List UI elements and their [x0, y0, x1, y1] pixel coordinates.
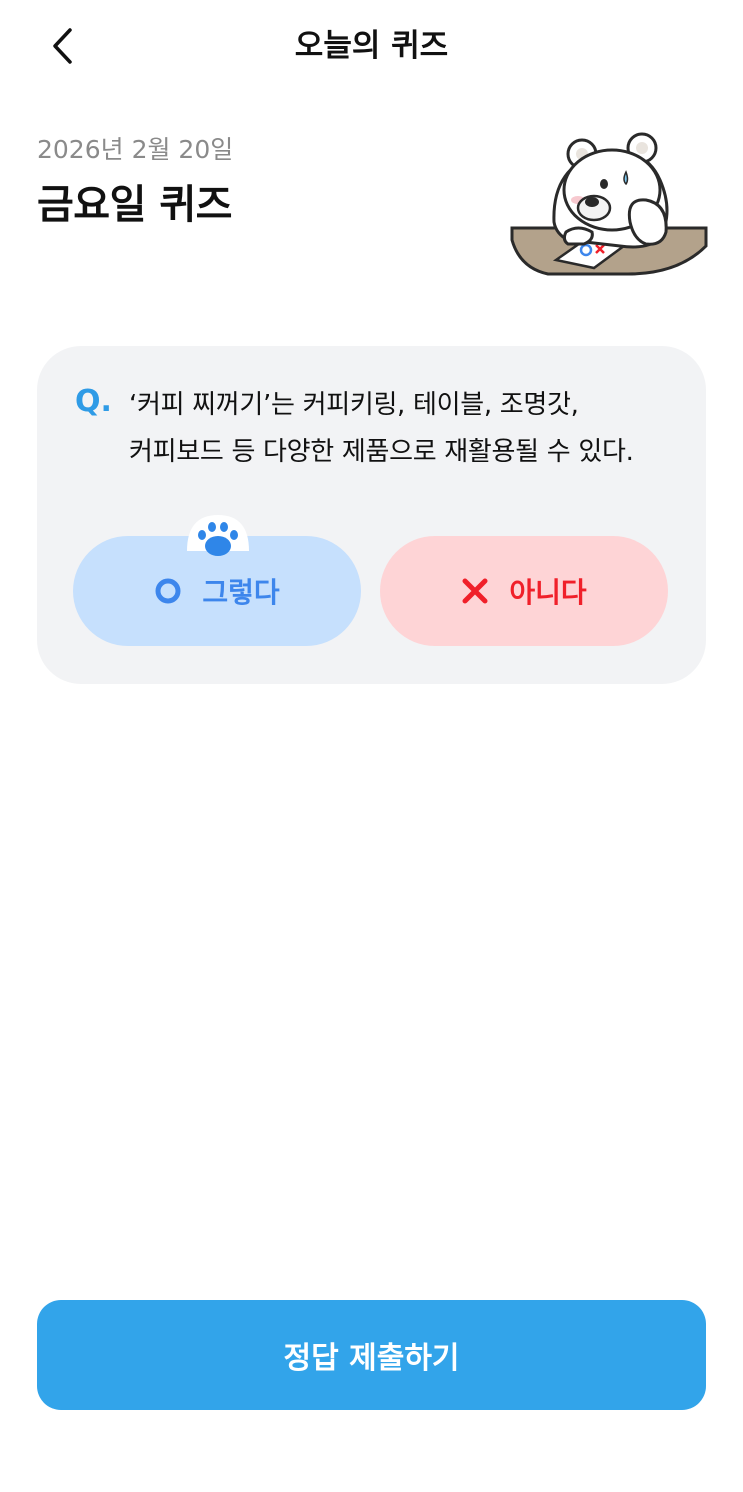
question-line-2: 커피보드 등 다양한 제품으로 재활용될 수 있다.: [129, 437, 634, 467]
quiz-date: 2026년 2월 20일: [37, 135, 234, 164]
question-marker: Q.: [75, 384, 112, 419]
quiz-card: Q. ‘커피 찌꺼기’는 커피키링, 테이블, 조명갓, 커피보드 등 다양한 …: [37, 346, 706, 684]
question-line-1: ‘커피 찌꺼기’는 커피키링, 테이블, 조명갓,: [129, 390, 579, 420]
answer-no-button[interactable]: 아니다: [380, 536, 668, 646]
app-header: 오늘의 퀴즈: [0, 0, 743, 92]
answer-no-label: 아니다: [509, 576, 587, 609]
x-mark-icon: [462, 578, 488, 604]
answer-yes-label: 그렇다: [202, 576, 280, 609]
circle-o-icon: [155, 578, 181, 604]
polar-bear-mascot-icon: [510, 132, 708, 276]
page-title: 오늘의 퀴즈: [294, 28, 449, 64]
paw-icon: [187, 515, 249, 556]
submit-answer-button[interactable]: 정답 제출하기: [37, 1300, 706, 1410]
question-text: ‘커피 찌꺼기’는 커피키링, 테이블, 조명갓, 커피보드 등 다양한 제품으…: [129, 382, 669, 476]
quiz-day-title: 금요일 퀴즈: [37, 182, 232, 228]
